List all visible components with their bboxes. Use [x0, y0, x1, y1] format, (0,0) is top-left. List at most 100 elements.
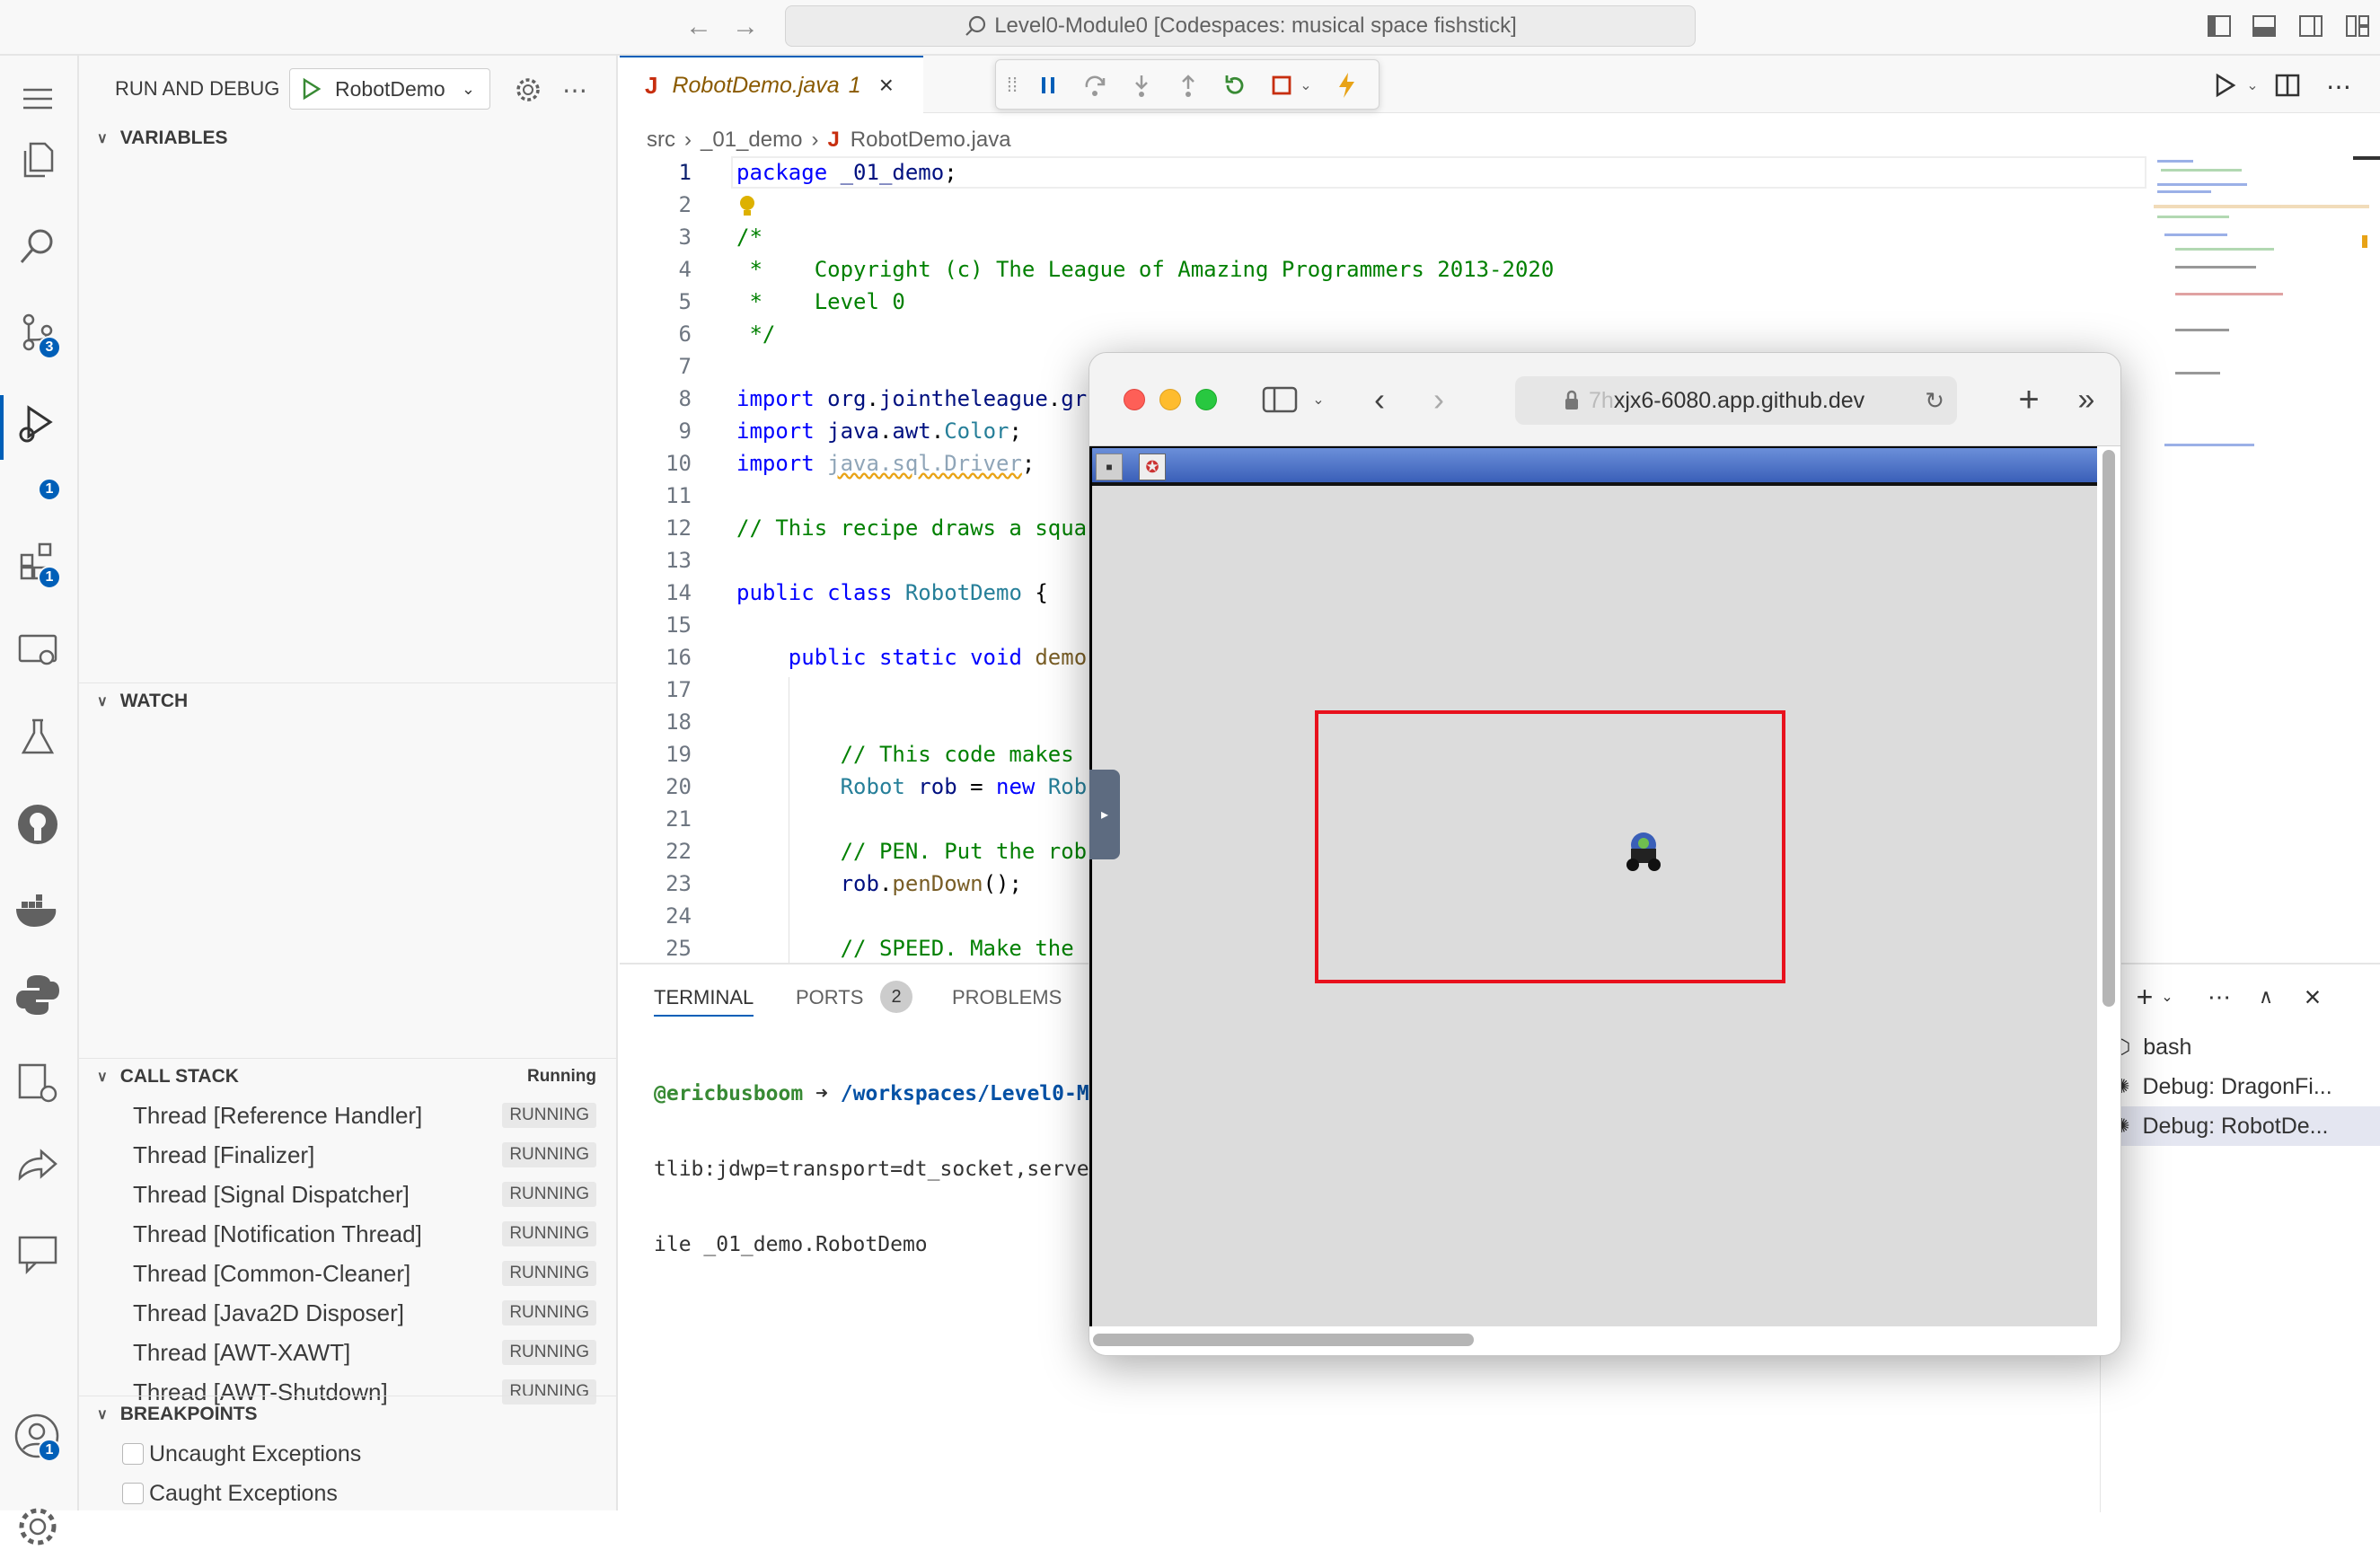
chevron-down-icon[interactable]: ⌄: [2158, 981, 2176, 1013]
back-chevron-icon[interactable]: ‹: [1366, 381, 1393, 418]
minimap[interactable]: [2154, 156, 2369, 498]
pause-icon[interactable]: [1036, 73, 1061, 98]
checkbox[interactable]: [122, 1483, 144, 1504]
breakpoints-section-header[interactable]: ∨ BREAKPOINTS: [79, 1396, 618, 1431]
start-debugging-icon[interactable]: [299, 77, 322, 101]
close-tab-icon[interactable]: ×: [879, 71, 894, 100]
toggle-panel-icon[interactable]: [2251, 13, 2278, 40]
split-editor-icon[interactable]: [2274, 72, 2301, 99]
window-menu-button[interactable]: ■: [1096, 454, 1123, 480]
customize-layout-icon[interactable]: [2344, 13, 2371, 40]
line-number: 20: [666, 774, 692, 799]
tab-ports[interactable]: PORTS: [796, 986, 863, 1009]
vertical-scrollbar[interactable]: [2102, 450, 2115, 1007]
debug-config-dropdown[interactable]: RobotDemo ⌄: [289, 68, 490, 110]
code-line: * Copyright (c) The League of Amazing Pr…: [736, 257, 1555, 282]
hot-code-replace-icon[interactable]: [1334, 71, 1359, 100]
maximize-panel-icon[interactable]: ∧: [2250, 981, 2282, 1013]
chat-icon[interactable]: [14, 1230, 61, 1277]
thread-item[interactable]: Thread [Finalizer] RUNNING: [133, 1135, 609, 1175]
menu-icon[interactable]: [20, 81, 56, 117]
thread-item[interactable]: Thread [Notification Thread] RUNNING: [133, 1214, 609, 1254]
thread-state-badge: RUNNING: [502, 1221, 596, 1246]
variables-section-header[interactable]: ∨ VARIABLES: [79, 120, 618, 156]
minimap-highlight: [2154, 205, 2369, 208]
toggle-secondary-sidebar-icon[interactable]: [2297, 13, 2324, 40]
back-arrow-icon[interactable]: ←: [683, 11, 715, 43]
github-icon[interactable]: [14, 801, 61, 848]
show-more-tabs-icon[interactable]: »: [2070, 382, 2102, 418]
thread-item[interactable]: Thread [Java2D Disposer] RUNNING: [133, 1293, 609, 1333]
more-actions-icon[interactable]: ⋯: [2203, 981, 2235, 1013]
step-into-icon[interactable]: [1129, 73, 1154, 98]
explorer-icon[interactable]: [16, 138, 59, 181]
more-actions-icon[interactable]: ⋯: [2323, 70, 2355, 102]
terminal-session-debug-dragon[interactable]: ✺ Debug: DragonFi...: [2101, 1067, 2380, 1106]
horizontal-scrollbar[interactable]: [1093, 1334, 1474, 1346]
tab-problems[interactable]: PROBLEMS: [952, 986, 1062, 1009]
docker-icon[interactable]: [13, 891, 63, 930]
more-actions-icon[interactable]: ⋯: [559, 74, 591, 106]
breakpoint-item[interactable]: Uncaught Exceptions: [122, 1435, 361, 1473]
call-stack-section-header[interactable]: ∨ CALL STACK Running: [79, 1058, 618, 1094]
vnc-viewport[interactable]: ■ ✪ ▸: [1089, 446, 2120, 1355]
thread-item[interactable]: Thread [AWT-XAWT] RUNNING: [133, 1333, 609, 1372]
run-and-debug-icon[interactable]: [14, 402, 59, 447]
forward-chevron-icon[interactable]: ›: [1425, 381, 1452, 418]
terminal-session-debug-robot[interactable]: ✺ Debug: RobotDe...: [2101, 1106, 2380, 1146]
new-tab-icon[interactable]: +: [2011, 380, 2047, 419]
remote-explorer-icon[interactable]: [16, 629, 59, 672]
testing-icon[interactable]: [16, 715, 59, 758]
chevron-down-icon[interactable]: ⌄: [2243, 72, 2261, 99]
scroll-slider[interactable]: [2353, 156, 2380, 160]
line-number: 10: [666, 451, 692, 476]
live-share-icon[interactable]: [14, 1144, 61, 1191]
minimap-line: [2157, 216, 2229, 218]
editor-tab-robotdemo[interactable]: J RobotDemo.java 1 ×: [620, 56, 923, 113]
breadcrumb-src[interactable]: src: [647, 128, 675, 153]
checkbox[interactable]: [122, 1443, 144, 1465]
project-manager-icon[interactable]: [14, 1060, 61, 1106]
address-bar[interactable]: 7h xjx6-6080.app.github.dev ↻: [1515, 376, 1957, 425]
breadcrumb-package[interactable]: _01_demo: [701, 128, 802, 153]
tab-terminal[interactable]: TERMINAL: [654, 986, 754, 1017]
search-icon[interactable]: [16, 225, 59, 268]
toggle-primary-sidebar-icon[interactable]: [2206, 13, 2233, 40]
run-and-debug-sidebar: RUN AND DEBUG RobotDemo ⌄ ⋯ ∨ VARIABLES ∨…: [79, 56, 618, 1510]
breakpoints-title: BREAKPOINTS: [119, 1403, 258, 1424]
open-launch-json-gear-icon[interactable]: [514, 75, 542, 104]
thread-item[interactable]: Thread [Common-Cleaner] RUNNING: [133, 1254, 609, 1293]
watch-section-header[interactable]: ∨ WATCH: [79, 683, 618, 718]
drag-handle-icon[interactable]: ⁞⁞: [1003, 69, 1021, 101]
step-out-icon[interactable]: [1176, 73, 1201, 98]
close-panel-icon[interactable]: ×: [2296, 981, 2329, 1013]
stop-icon[interactable]: [1269, 73, 1294, 98]
lock-icon: [1565, 390, 1578, 410]
zoom-window-button[interactable]: [1195, 389, 1217, 410]
run-java-icon[interactable]: [2211, 72, 2238, 99]
command-center-search[interactable]: Level0-Module0 [Codespaces: musical spac…: [785, 5, 1696, 47]
thread-item[interactable]: Thread [Signal Dispatcher] RUNNING: [133, 1175, 609, 1214]
thread-state-badge: RUNNING: [502, 1103, 596, 1128]
forward-arrow-icon[interactable]: →: [729, 11, 762, 43]
reload-icon[interactable]: ↻: [1925, 387, 1944, 415]
restart-icon[interactable]: [1222, 73, 1247, 98]
breadcrumb-file[interactable]: RobotDemo.java: [851, 128, 1011, 153]
lightbulb-icon[interactable]: [738, 194, 756, 219]
chevron-down-icon[interactable]: ⌄: [1309, 387, 1328, 412]
breakpoint-item[interactable]: Caught Exceptions: [122, 1475, 338, 1512]
close-window-button[interactable]: [1124, 389, 1145, 410]
terminal-tabs-list: + ⌄ ⋯ ∧ × ⬡ bash ✺ Debug: DragonFi... ✺ Deb…: [2100, 964, 2380, 1512]
terminal-session-bash[interactable]: ⬡ bash: [2101, 1027, 2380, 1067]
novnc-control-handle[interactable]: ▸: [1089, 770, 1120, 859]
new-terminal-icon[interactable]: +: [2131, 981, 2158, 1013]
breakpoint-label: Uncaught Exceptions: [149, 1440, 362, 1466]
line-number: 4: [678, 257, 692, 282]
python-icon[interactable]: [14, 972, 61, 1018]
url-faded-prefix: 7h: [1589, 387, 1614, 413]
chevron-down-icon[interactable]: ⌄: [1296, 73, 1316, 98]
minimize-window-button[interactable]: [1159, 389, 1181, 410]
sidebar-toggle-icon[interactable]: [1262, 385, 1298, 414]
step-over-icon[interactable]: [1082, 73, 1107, 98]
thread-item[interactable]: Thread [Reference Handler] RUNNING: [133, 1096, 609, 1135]
